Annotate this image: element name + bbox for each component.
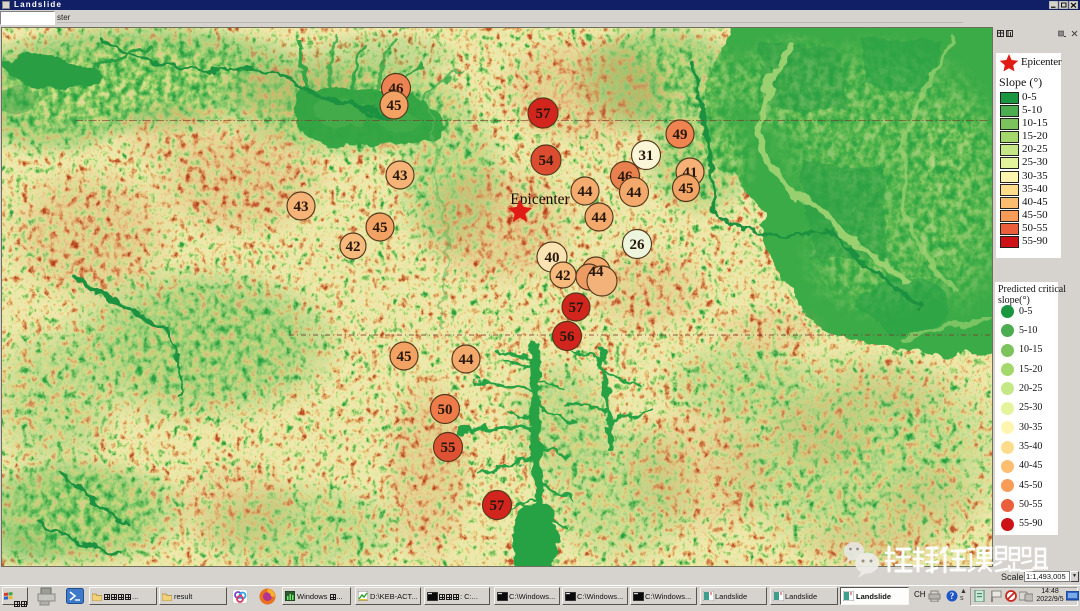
svg-text:45: 45 <box>387 98 402 114</box>
svg-text:56: 56 <box>560 329 576 345</box>
svg-text:44: 44 <box>589 264 605 280</box>
svg-text:44: 44 <box>578 184 594 200</box>
svg-text:54: 54 <box>539 153 555 169</box>
svg-text:43: 43 <box>294 199 309 215</box>
svg-text:49: 49 <box>673 127 688 143</box>
svg-text:57: 57 <box>536 106 552 122</box>
svg-text:?: ? <box>950 591 955 601</box>
svg-text:45: 45 <box>397 349 412 365</box>
svg-text:31: 31 <box>639 148 654 164</box>
svg-text:26: 26 <box>630 237 646 253</box>
svg-text:57: 57 <box>569 300 585 316</box>
svg-text:45: 45 <box>679 181 694 197</box>
svg-text:44: 44 <box>459 352 475 368</box>
svg-text:44: 44 <box>592 210 608 226</box>
svg-text:50: 50 <box>438 402 453 418</box>
svg-text:45: 45 <box>373 220 388 236</box>
svg-text:55: 55 <box>441 440 456 456</box>
svg-text:57: 57 <box>490 498 506 514</box>
svg-text:42: 42 <box>556 268 571 284</box>
svg-text:44: 44 <box>627 185 643 201</box>
svg-text:43: 43 <box>393 168 408 184</box>
svg-text:42: 42 <box>346 239 361 255</box>
